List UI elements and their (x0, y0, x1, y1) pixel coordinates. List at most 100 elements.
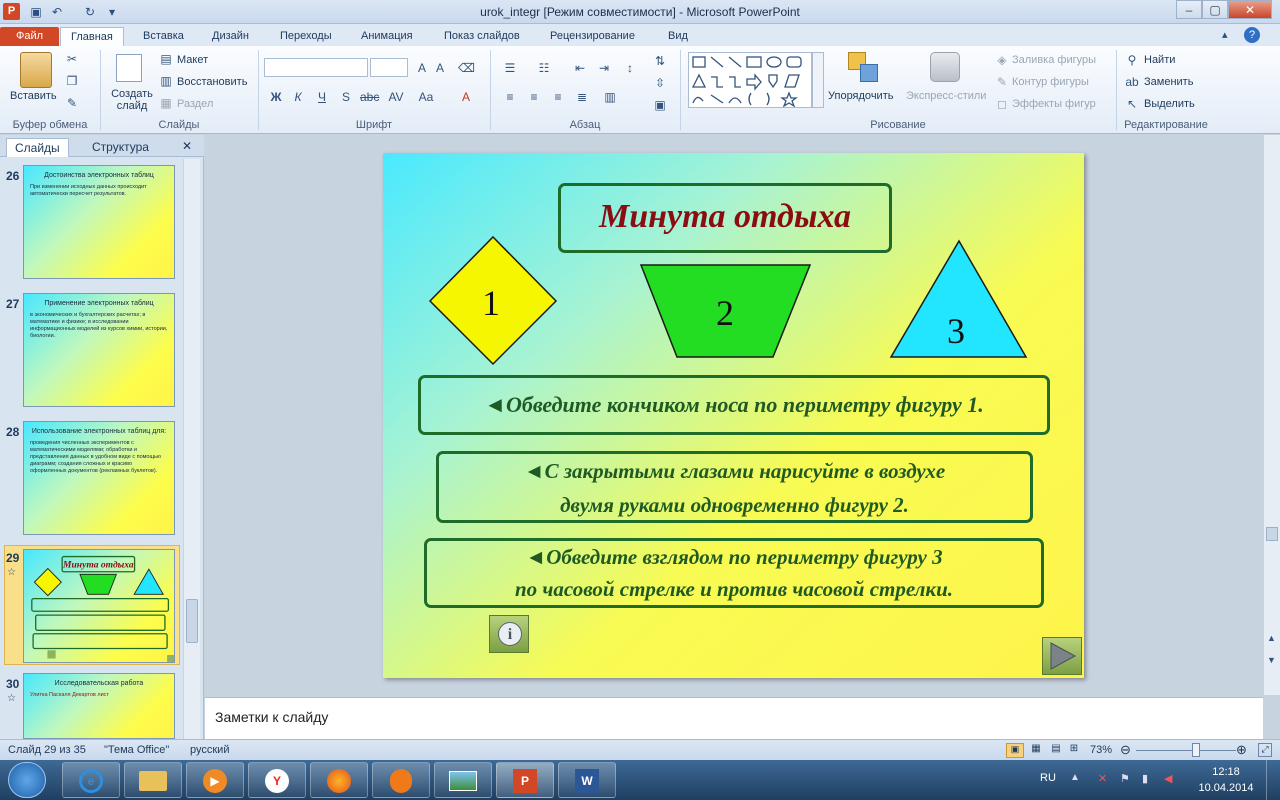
start-button[interactable] (8, 762, 46, 798)
tab-view[interactable]: Вид (658, 27, 698, 46)
copy-icon[interactable]: ❐ (64, 74, 80, 88)
new-slide-button[interactable]: Создать слайд (108, 88, 156, 112)
paste-icon[interactable] (20, 52, 52, 88)
show-hidden-icons[interactable]: ▲ (1070, 772, 1080, 783)
numbering-icon[interactable]: ☷ (536, 61, 552, 75)
notes-pane[interactable]: Заметки к слайду (205, 697, 1263, 739)
clock-time[interactable]: 12:18 (1196, 766, 1256, 778)
fit-slide-icon[interactable]: ⤢ (1258, 743, 1272, 757)
new-slide-icon[interactable] (116, 54, 142, 82)
word-taskbar-icon[interactable]: W (558, 762, 616, 798)
tab-slides[interactable]: Слайды (6, 138, 69, 157)
zoom-level[interactable]: 73% (1090, 744, 1112, 756)
replace-button[interactable]: Заменить (1144, 76, 1193, 88)
tab-transitions[interactable]: Переходы (270, 27, 342, 46)
align-center-icon[interactable]: ≡ (526, 90, 542, 104)
tab-animation[interactable]: Анимация (351, 27, 423, 46)
layout-icon[interactable]: ▤ (158, 52, 174, 66)
shrink-font-icon[interactable]: A (432, 61, 448, 75)
shape-effects-icon[interactable]: ◻ (994, 97, 1010, 111)
normal-view-icon[interactable]: ▣ (1006, 743, 1024, 758)
bullets-icon[interactable]: ☰ (502, 61, 518, 75)
input-language[interactable]: RU (1040, 772, 1056, 784)
reset-icon[interactable]: ▥ (158, 74, 174, 88)
slide-thumbnail-26[interactable]: Достоинства электронных таблиц При измен… (23, 165, 175, 279)
zoom-out-icon[interactable]: ⊖ (1120, 742, 1131, 758)
slideshow-icon[interactable]: ⊞ (1066, 743, 1082, 758)
quick-styles-button[interactable]: Экспресс-стили (906, 90, 986, 102)
grow-font-icon[interactable]: A (414, 61, 430, 75)
shape-effects-button[interactable]: Эффекты фигур (1012, 98, 1096, 110)
zoom-slider[interactable] (1136, 750, 1236, 751)
slide-thumbnail-30[interactable]: Исследовательская работа Улитка Паскаля … (23, 673, 175, 739)
zoom-slider-thumb[interactable] (1192, 743, 1200, 757)
network-icon[interactable]: ✕ (1098, 772, 1107, 785)
replace-icon[interactable]: ab (1124, 75, 1140, 89)
slide-thumbnail-27[interactable]: Применение электронных таблиц в экономич… (23, 293, 175, 407)
collapse-ribbon-icon[interactable]: ▴ (1222, 28, 1236, 42)
shape-outline-button[interactable]: Контур фигуры (1012, 76, 1089, 88)
powerpoint-taskbar-icon[interactable]: P (496, 762, 554, 798)
arrange-icon[interactable] (848, 52, 882, 86)
help-icon[interactable]: ? (1244, 27, 1260, 43)
font-size-field[interactable] (370, 58, 408, 77)
reading-view-icon[interactable]: ▤ (1048, 743, 1064, 758)
binoculars-icon[interactable]: ⚲ (1124, 53, 1140, 67)
format-painter-icon[interactable]: ✎ (64, 96, 80, 110)
scroll-thumb[interactable] (186, 599, 198, 643)
layout-button[interactable]: Макет (177, 54, 208, 66)
slide-scrollbar[interactable]: ▲ ▼ (1263, 135, 1280, 695)
char-spacing-icon[interactable]: AV (388, 90, 404, 104)
decrease-indent-icon[interactable]: ⇤ (572, 61, 588, 75)
power-icon[interactable]: ▮ (1142, 772, 1148, 785)
tab-outline[interactable]: Структура (84, 138, 157, 157)
picture-viewer-taskbar-icon[interactable] (434, 762, 492, 798)
slides-scrollbar[interactable] (183, 159, 200, 739)
next-slide-button[interactable] (1042, 637, 1082, 675)
ie-taskbar-icon[interactable]: e (62, 762, 120, 798)
instruction-box-2[interactable]: ◄С закрытыми глазами нарисуйте в воздухе… (436, 451, 1033, 523)
italic-icon[interactable]: К (290, 90, 306, 104)
increase-indent-icon[interactable]: ⇥ (596, 61, 612, 75)
tab-design[interactable]: Дизайн (202, 27, 259, 46)
media-player-taskbar-icon[interactable]: ▶ (186, 762, 244, 798)
close-button[interactable]: ✕ (1228, 0, 1272, 19)
slide-thumbnail-29[interactable]: Минута отдыха (23, 549, 175, 663)
line-spacing-icon[interactable]: ↕ (622, 61, 638, 75)
section-button[interactable]: Раздел (177, 98, 213, 110)
text-direction-icon[interactable]: ⇅ (652, 54, 668, 68)
strikethrough-icon[interactable]: abc (360, 90, 379, 104)
prev-slide-icon[interactable]: ▲ (1267, 633, 1276, 643)
arrange-button[interactable]: Упорядочить (828, 90, 893, 102)
underline-icon[interactable]: Ч (314, 90, 330, 104)
align-text-icon[interactable]: ⇳ (652, 76, 668, 90)
align-left-icon[interactable]: ≡ (502, 90, 518, 104)
instruction-box-1[interactable]: ◄Обведите кончиком носа по периметру фиг… (418, 375, 1050, 435)
clear-formatting-icon[interactable]: ⌫ (458, 61, 475, 75)
shape-fill-icon[interactable]: ◈ (994, 53, 1010, 67)
tab-insert[interactable]: Вставка (133, 27, 194, 46)
close-pane-icon[interactable]: ✕ (182, 139, 192, 153)
smartart-icon[interactable]: ▣ (652, 98, 668, 112)
flame-app-taskbar-icon[interactable] (372, 762, 430, 798)
select-icon[interactable]: ↖ (1124, 97, 1140, 111)
shapes-gallery[interactable] (688, 52, 812, 108)
paste-button[interactable]: Вставить (10, 90, 57, 102)
scroll-thumb[interactable] (1266, 527, 1278, 541)
tab-review[interactable]: Рецензирование (540, 27, 645, 46)
shape-fill-button[interactable]: Заливка фигуры (1012, 54, 1096, 66)
font-color-icon[interactable]: A (458, 90, 474, 104)
slide-thumbnail-28[interactable]: Использование электронных таблиц для: пр… (23, 421, 175, 535)
action-center-icon[interactable]: ⚑ (1120, 772, 1130, 785)
shadow-icon[interactable]: S (338, 90, 354, 104)
tab-home[interactable]: Главная (60, 27, 124, 46)
language[interactable]: русский (190, 744, 229, 756)
reset-button[interactable]: Восстановить (177, 76, 247, 88)
clock-date[interactable]: 10.04.2014 (1196, 782, 1256, 794)
zoom-in-icon[interactable]: ⊕ (1236, 742, 1247, 758)
minimize-button[interactable]: – (1176, 0, 1202, 19)
bold-icon[interactable]: Ж (268, 90, 284, 104)
current-slide[interactable]: Минута отдыха 1 2 3 ◄Обведите кончиком н… (383, 153, 1084, 678)
shape-outline-icon[interactable]: ✎ (994, 75, 1010, 89)
change-case-icon[interactable]: Aa (418, 90, 434, 104)
